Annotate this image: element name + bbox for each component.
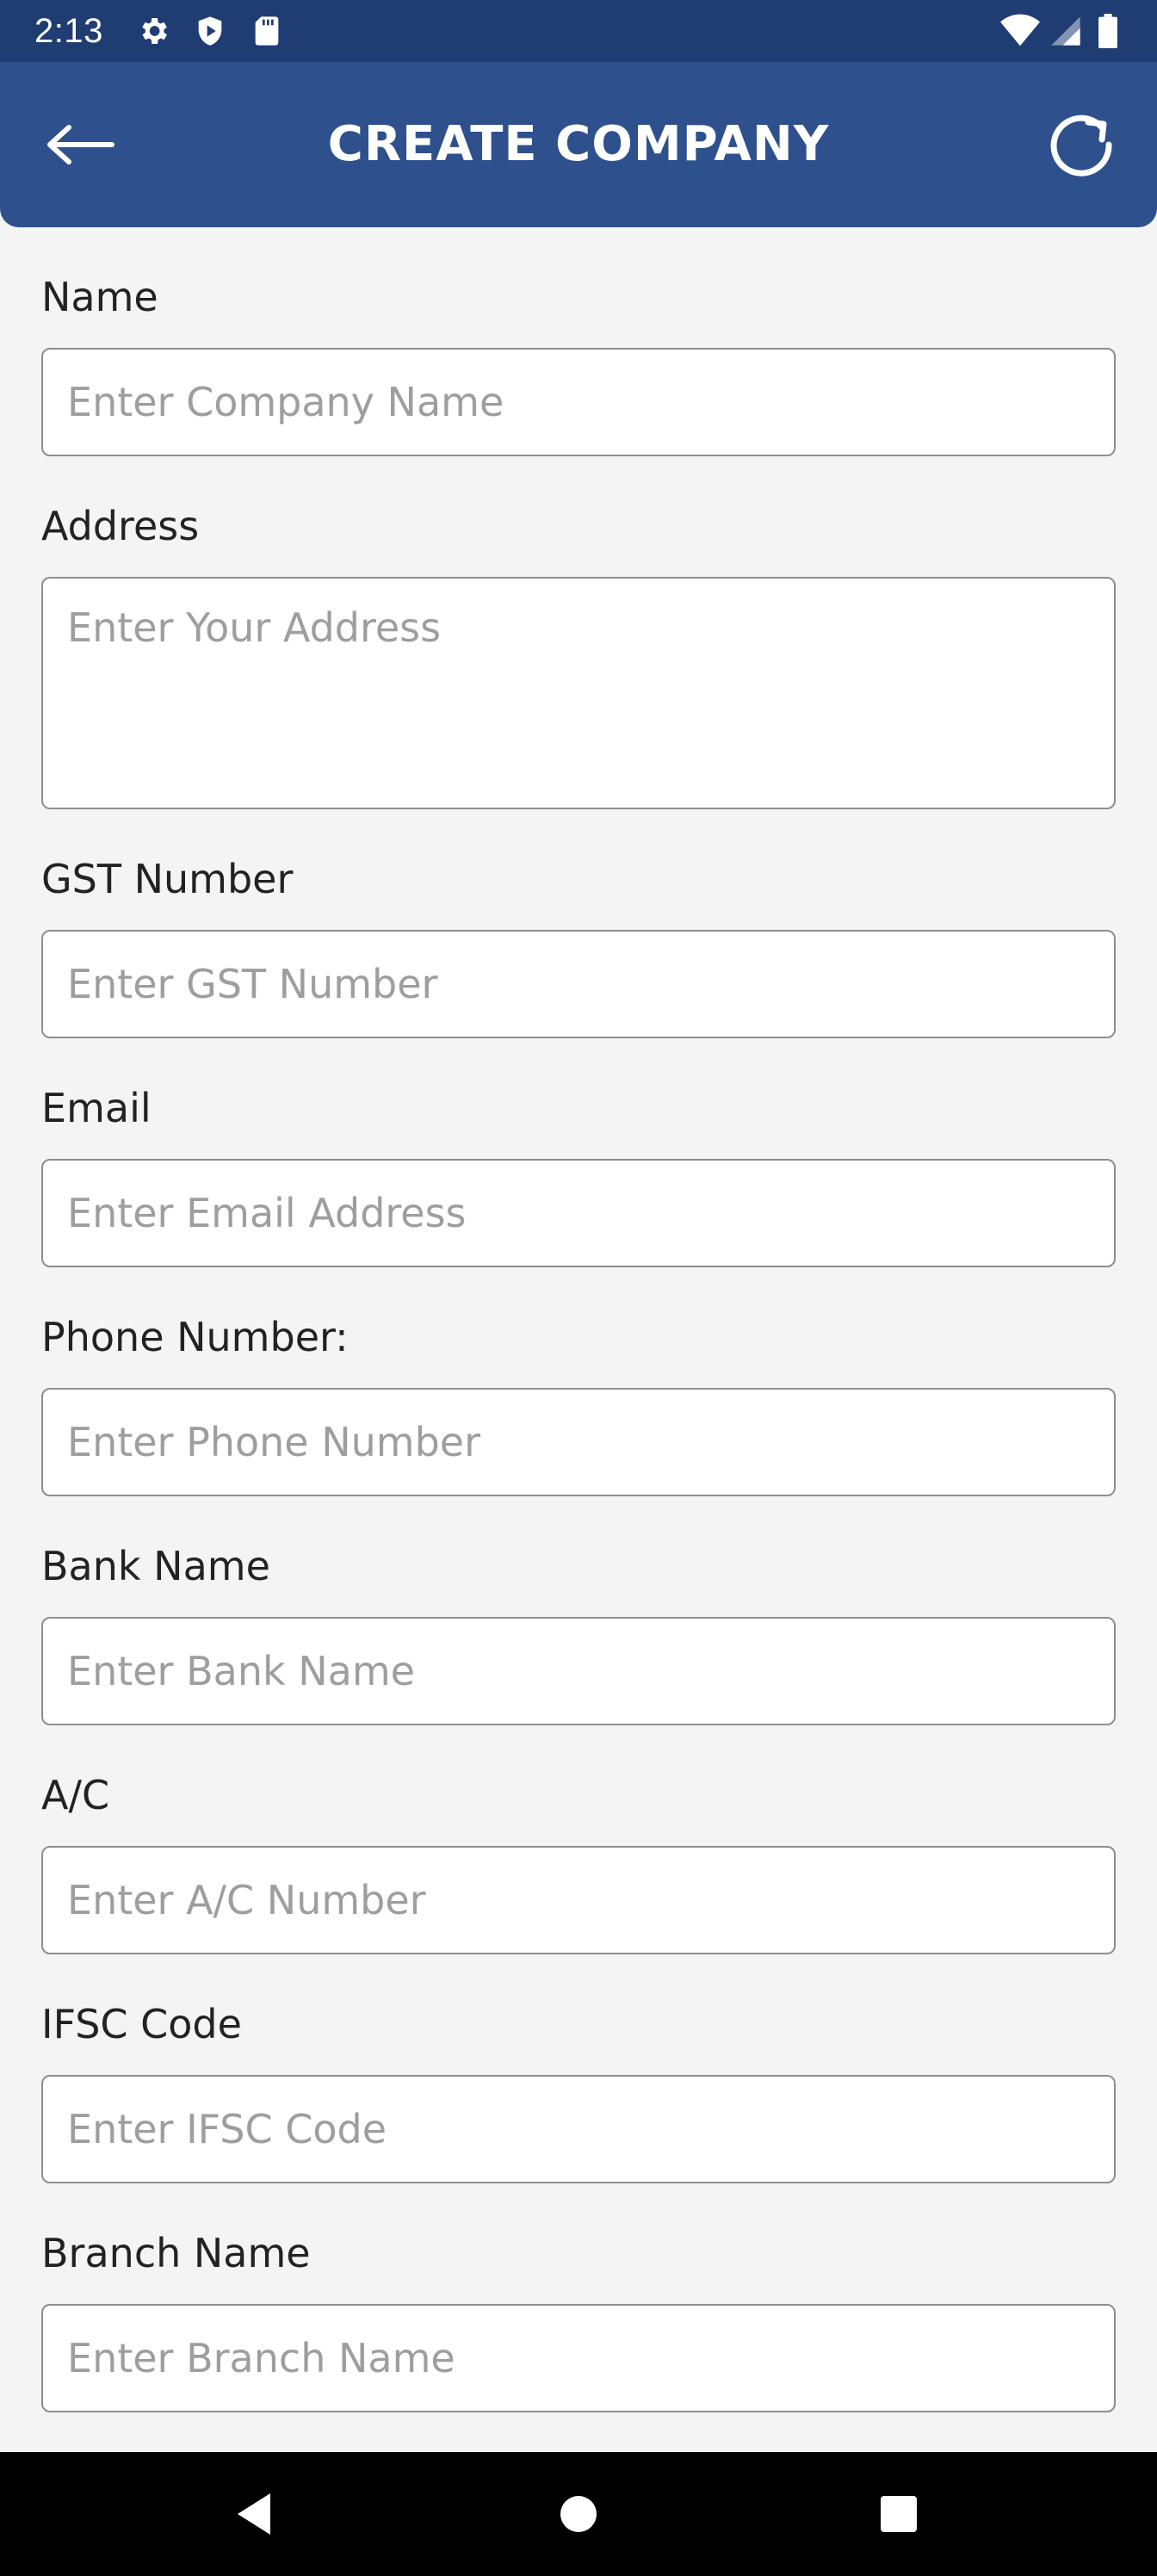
address-label: Address <box>41 503 200 549</box>
phone-number-input[interactable] <box>41 1388 1116 1496</box>
battery-icon <box>1098 14 1117 48</box>
address-input[interactable] <box>41 577 1116 809</box>
email-input[interactable] <box>41 1159 1116 1267</box>
branch-name-input[interactable] <box>41 2304 1116 2412</box>
wifi-icon <box>1000 14 1040 46</box>
back-button[interactable] <box>34 110 129 179</box>
status-time: 2:13 <box>34 12 103 50</box>
page-title: CREATE COMPANY <box>327 116 830 172</box>
back-triangle-icon <box>238 2493 270 2535</box>
nav-recents-button[interactable] <box>871 2486 926 2542</box>
branch-name-label: Branch Name <box>41 2230 311 2276</box>
account-number-input[interactable] <box>41 1846 1116 1954</box>
company-name-input[interactable] <box>41 348 1116 456</box>
ifsc-code-input[interactable] <box>41 2075 1116 2183</box>
refresh-button[interactable] <box>1042 105 1121 184</box>
name-label: Name <box>41 274 158 320</box>
sd-card-icon <box>255 16 279 46</box>
home-circle-icon <box>560 2496 597 2532</box>
status-bar: 2:13 <box>0 0 1157 62</box>
arrow-left-icon <box>47 125 114 164</box>
system-nav-bar <box>0 2452 1157 2576</box>
shield-icon <box>198 16 222 46</box>
nav-home-button[interactable] <box>551 2486 606 2542</box>
gear-icon <box>142 18 167 44</box>
gst-number-input[interactable] <box>41 930 1116 1038</box>
recents-square-icon <box>881 2496 917 2532</box>
signal-icon <box>1051 16 1080 46</box>
bank-name-label: Bank Name <box>41 1543 270 1589</box>
email-label: Email <box>41 1085 152 1131</box>
refresh-icon <box>1050 115 1112 176</box>
gst-number-label: GST Number <box>41 856 294 902</box>
bank-name-input[interactable] <box>41 1617 1116 1725</box>
nav-back-button[interactable] <box>226 2486 281 2542</box>
ifsc-code-label: IFSC Code <box>41 2001 242 2047</box>
app-bar: CREATE COMPANY <box>0 62 1157 227</box>
account-number-label: A/C <box>41 1772 110 1818</box>
phone-number-label: Phone Number: <box>41 1314 349 1360</box>
